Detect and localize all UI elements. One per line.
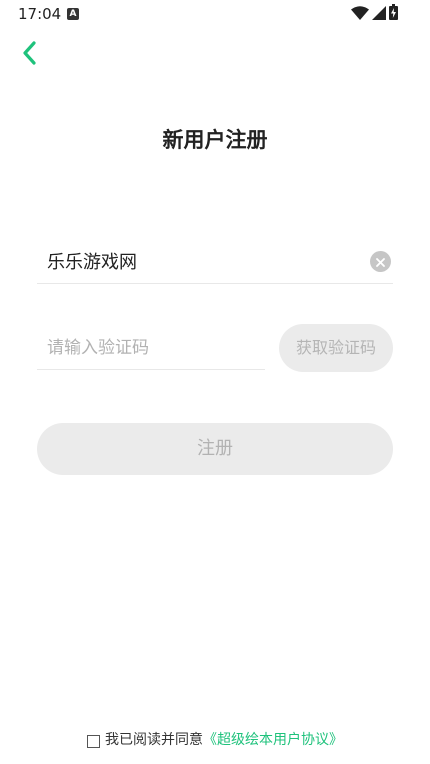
agreement-text: 我已阅读并同意 [105, 732, 203, 748]
close-icon [376, 252, 385, 271]
verification-code-input[interactable] [47, 332, 257, 364]
chevron-left-icon [21, 40, 37, 70]
agreement-row: 我已阅读并同意 《超级绘本用户协议》 [0, 730, 430, 750]
user-agreement-link[interactable]: 《超级绘本用户协议》 [203, 730, 343, 750]
register-button[interactable]: 注册 [37, 423, 393, 475]
battery-charging-icon [389, 4, 398, 24]
get-code-button[interactable]: 获取验证码 [279, 324, 393, 372]
notification-icon: A [67, 8, 79, 20]
page-title: 新用户注册 [162, 128, 268, 152]
wifi-icon [351, 5, 369, 24]
clear-button[interactable] [370, 251, 391, 272]
cellular-signal-icon [372, 5, 386, 24]
status-time: 17:04 [18, 5, 62, 23]
username-input[interactable] [47, 247, 347, 279]
agree-checkbox[interactable] [87, 734, 100, 748]
status-icons [351, 4, 398, 24]
status-bar: 17:04 A [0, 0, 430, 28]
verification-code-field [37, 328, 265, 370]
username-field [37, 243, 393, 284]
back-button[interactable] [12, 38, 46, 72]
